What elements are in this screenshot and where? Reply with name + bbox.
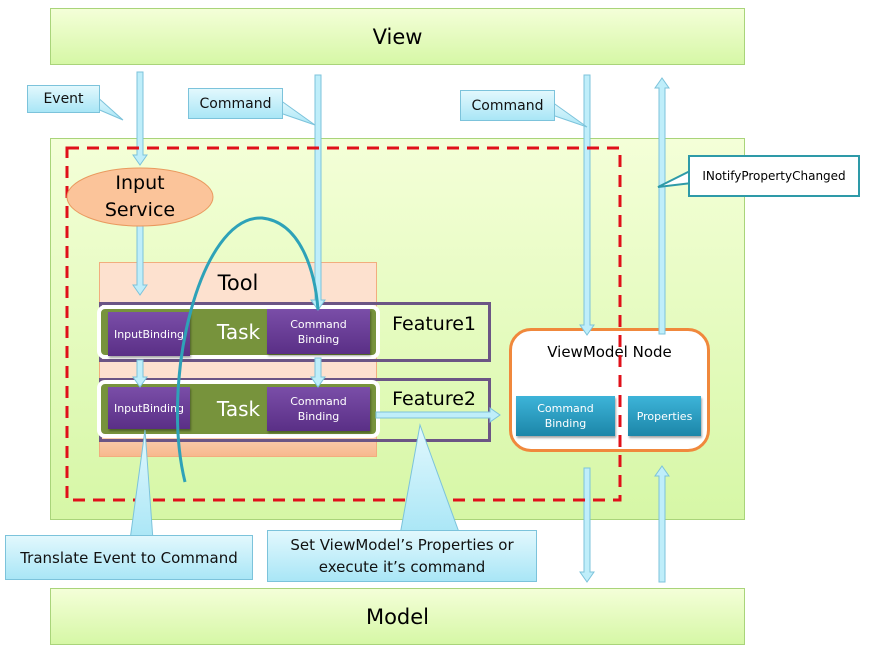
arrow-command2-down — [579, 74, 595, 336]
translate-callout-label: Translate Event to Command — [20, 548, 238, 567]
input-service: Input Service — [67, 168, 213, 226]
arrow-notify-up — [654, 77, 670, 335]
set-callout-tail — [399, 423, 461, 536]
command-callout-2-label: Command — [471, 97, 544, 114]
command2-callout-tail — [551, 101, 588, 128]
arrow-input-binding-down — [132, 359, 148, 388]
input-service-line1: Input — [115, 172, 165, 194]
arrow-model-to-node — [654, 465, 670, 583]
set-properties-callout: Set ViewModel’s Properties or execute it’… — [267, 530, 537, 582]
translate-callout-tail — [129, 429, 154, 541]
command-callout-1: Command — [188, 88, 283, 119]
arrow-to-node — [375, 407, 501, 423]
event-callout: Event — [27, 85, 100, 113]
input-service-line2: Service — [104, 199, 176, 221]
command-callout-2: Command — [460, 90, 555, 121]
arrow-event-down — [132, 71, 148, 166]
arrow-node-to-model — [579, 467, 595, 583]
curved-flow-arrow — [175, 216, 320, 483]
translate-callout: Translate Event to Command — [5, 535, 253, 580]
set-callout-line2: execute it’s command — [318, 558, 486, 576]
command1-callout-tail — [279, 99, 316, 126]
notify-callout-label: INotifyPropertyChanged — [702, 169, 846, 183]
command-callout-1-label: Command — [199, 95, 272, 112]
set-callout-line1: Set ViewModel’s Properties or — [290, 536, 514, 554]
arrow-command-binding-down — [310, 357, 326, 388]
arrow-service-down — [132, 225, 148, 296]
notify-callout: INotifyPropertyChanged — [688, 155, 860, 197]
event-callout-label: Event — [43, 91, 84, 107]
